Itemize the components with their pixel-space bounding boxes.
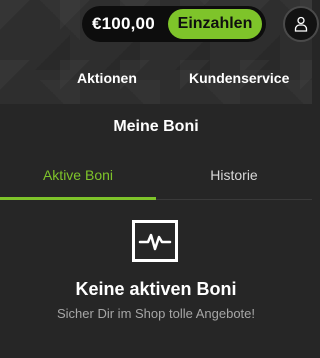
bonuses-panel: Meine Boni Aktive Boni Historie Keine ak… [0, 104, 312, 358]
nav-link-actions[interactable]: Aktionen [77, 70, 137, 86]
activity-monitor-icon [132, 220, 178, 262]
user-icon [294, 16, 308, 32]
nav-link-customer-service[interactable]: Kundenservice [189, 70, 289, 86]
tab-active-bonuses[interactable]: Aktive Boni [0, 156, 156, 200]
account-button[interactable] [283, 6, 319, 42]
balance-amount: €100,00 [92, 14, 155, 33]
page-title: Meine Boni [113, 118, 199, 135]
empty-state-subtitle: Sicher Dir im Shop tolle Angebote! [57, 306, 255, 321]
balance-pill: €100,00 Einzahlen [82, 6, 266, 42]
top-header: €100,00 Einzahlen Aktionen Kundenservice [0, 0, 319, 104]
bonus-tabs: Aktive Boni Historie [0, 156, 312, 200]
empty-state-title: Keine aktiven Boni [75, 279, 237, 299]
tab-history[interactable]: Historie [156, 156, 312, 199]
deposit-button[interactable]: Einzahlen [168, 9, 262, 39]
